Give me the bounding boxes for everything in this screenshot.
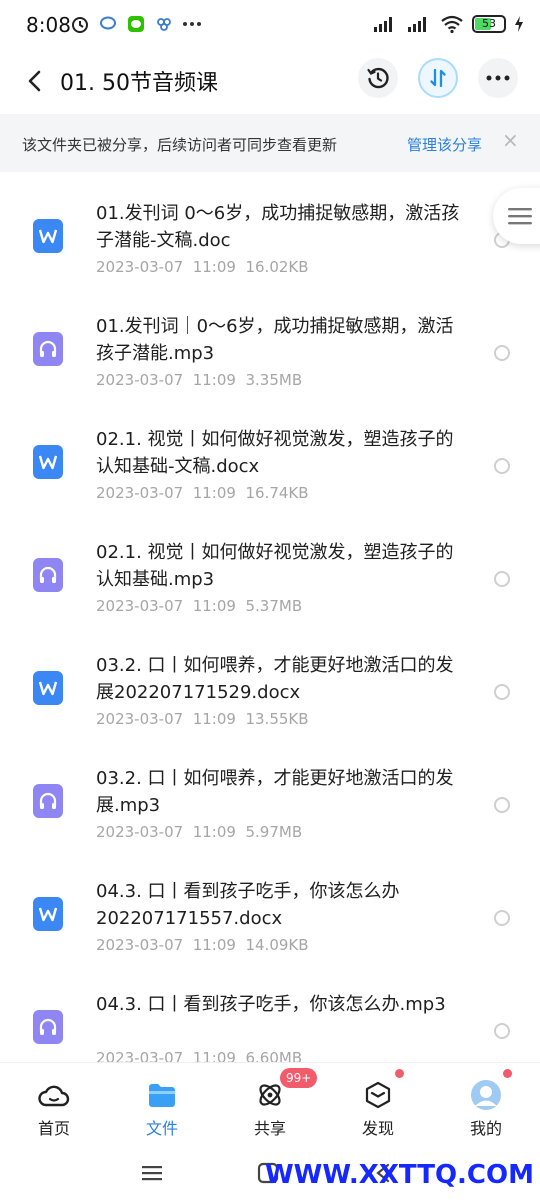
- file-name: 01.发刊词 0～6岁，成功捕捉敏感期，激活孩子潜能-文稿.doc: [96, 203, 460, 251]
- file-name: 03.2. 口丨如何喂养，才能更好地激活口的发展.mp3: [96, 768, 454, 816]
- more-dots-icon: [486, 75, 510, 81]
- nav-discover[interactable]: 发现: [324, 1063, 432, 1149]
- audio-file-icon: [33, 1010, 63, 1044]
- file-name: 01.发刊词｜0～6岁，成功捕捉敏感期，激活孩子潜能.mp3: [96, 316, 454, 364]
- file-name: 02.1. 视觉丨如何做好视觉激发，塑造孩子的认知基础-文稿.docx: [96, 429, 454, 477]
- manage-share-link[interactable]: 管理该分享: [407, 134, 482, 155]
- select-radio[interactable]: [494, 571, 510, 587]
- file-meta: 2023-03-07 11:09 16.02KB: [96, 258, 309, 276]
- word-doc-icon: [33, 897, 63, 931]
- watermark-text: WWW.XXTTQ.COM: [265, 1160, 534, 1190]
- page-title: 01. 50节音频课: [60, 71, 218, 96]
- file-meta: 2023-03-07 11:09 6.60MB: [96, 1049, 303, 1062]
- word-doc-icon: [33, 445, 63, 479]
- word-doc-icon: [33, 219, 63, 253]
- discover-notification-dot: [395, 1069, 404, 1078]
- select-radio[interactable]: [494, 345, 510, 361]
- back-button[interactable]: [18, 64, 52, 98]
- status-system-icons: 53: [372, 14, 524, 34]
- file-meta: 2023-03-07 11:09 14.09KB: [96, 936, 309, 954]
- more-notifications-icon: [182, 14, 202, 34]
- battery-icon: 53: [472, 15, 506, 33]
- app-notification-icon: [154, 14, 174, 34]
- me-notification-dot: [503, 1069, 512, 1078]
- transfer-button[interactable]: [418, 58, 458, 98]
- file-name: 03.2. 口丨如何喂养，才能更好地激活口的发展202207171529.doc…: [96, 655, 454, 703]
- file-meta: 2023-03-07 11:09 5.97MB: [96, 823, 303, 841]
- nav-me[interactable]: 我的: [432, 1063, 540, 1149]
- nav-label: 文件: [145, 1119, 178, 1138]
- alarm-icon: [70, 14, 90, 34]
- signal-icon: [372, 14, 398, 34]
- file-meta: 2023-03-07 11:09 3.35MB: [96, 371, 303, 389]
- status-bar: 8:08 53: [0, 0, 540, 52]
- audio-file-icon: [33, 558, 63, 592]
- history-button[interactable]: [358, 58, 398, 98]
- nav-files[interactable]: 文件: [108, 1063, 216, 1149]
- cloud-icon: [38, 1079, 70, 1111]
- folder-icon: [146, 1079, 178, 1111]
- discover-cube-icon: [362, 1079, 394, 1111]
- bottom-nav: 首页 文件 共享 发现 我的: [0, 1062, 540, 1148]
- select-radio[interactable]: [494, 910, 510, 926]
- select-radio[interactable]: [494, 458, 510, 474]
- signal-2-icon: [406, 14, 432, 34]
- nav-label: 共享: [253, 1119, 286, 1138]
- charging-icon: [514, 14, 524, 34]
- file-row[interactable]: 03.2. 口丨如何喂养，才能更好地激活口的发展.mp3 2023-03-07 …: [0, 737, 540, 850]
- header: 01. 50节音频课: [0, 52, 540, 114]
- menu-lines-icon: [142, 1166, 162, 1181]
- nav-label: 首页: [37, 1119, 70, 1138]
- audio-file-icon: [33, 332, 63, 366]
- file-name: 02.1. 视觉丨如何做好视觉激发，塑造孩子的认知基础.mp3: [96, 542, 454, 590]
- history-clock-icon: [367, 67, 389, 89]
- hamburger-menu-icon: [508, 208, 532, 225]
- battery-level: 53: [482, 17, 496, 30]
- status-time: 8:08: [26, 13, 71, 37]
- file-name: 04.3. 口丨看到孩子吃手，你该怎么办202207171557.docx: [96, 881, 400, 929]
- file-meta: 2023-03-07 11:09 5.37MB: [96, 597, 303, 615]
- recents-button[interactable]: [137, 1158, 167, 1188]
- chat-bubble-icon: [98, 14, 118, 34]
- audio-file-icon: [33, 784, 63, 818]
- file-meta: 2023-03-07 11:09 16.74KB: [96, 484, 309, 502]
- nav-label: 我的: [469, 1119, 502, 1138]
- close-notice-button[interactable]: ×: [502, 128, 519, 152]
- file-row[interactable]: 01.发刊词 0～6岁，成功捕捉敏感期，激活孩子潜能-文稿.doc 2023-0…: [0, 172, 540, 285]
- file-row[interactable]: 04.3. 口丨看到孩子吃手，你该怎么办202207171557.docx 20…: [0, 850, 540, 963]
- share-notice-text: 该文件夹已被分享，后续访问者可同步查看更新: [22, 136, 338, 154]
- wifi-icon: [440, 14, 464, 34]
- file-row[interactable]: 01.发刊词｜0～6岁，成功捕捉敏感期，激活孩子潜能.mp3 2023-03-0…: [0, 285, 540, 398]
- file-list: 01.发刊词 0～6岁，成功捕捉敏感期，激活孩子潜能-文稿.doc 2023-0…: [0, 172, 540, 1062]
- status-notification-icons: [70, 14, 202, 34]
- floating-menu-button[interactable]: [493, 188, 540, 244]
- file-meta: 2023-03-07 11:09 13.55KB: [96, 710, 309, 728]
- file-row[interactable]: 02.1. 视觉丨如何做好视觉激发，塑造孩子的认知基础-文稿.docx 2023…: [0, 398, 540, 511]
- nav-home[interactable]: 首页: [0, 1063, 108, 1149]
- select-radio[interactable]: [494, 1023, 510, 1039]
- share-notification-badge: 99+: [280, 1068, 318, 1088]
- back-arrow-icon: [28, 70, 41, 92]
- file-row[interactable]: 04.3. 口丨看到孩子吃手，你该怎么办.mp3 2023-03-07 11:0…: [0, 963, 540, 1062]
- select-radio[interactable]: [494, 684, 510, 700]
- word-doc-icon: [33, 671, 63, 705]
- avatar-icon: [470, 1079, 502, 1111]
- wechat-icon: [126, 14, 146, 34]
- nav-label: 发现: [361, 1119, 394, 1138]
- transfer-arrows-icon: [430, 68, 446, 88]
- file-name: 04.3. 口丨看到孩子吃手，你该怎么办.mp3: [96, 994, 446, 1015]
- file-row[interactable]: 03.2. 口丨如何喂养，才能更好地激活口的发展202207171529.doc…: [0, 624, 540, 737]
- share-notice-banner: 该文件夹已被分享，后续访问者可同步查看更新 管理该分享 ×: [0, 114, 540, 172]
- select-radio[interactable]: [494, 797, 510, 813]
- file-row[interactable]: 02.1. 视觉丨如何做好视觉激发，塑造孩子的认知基础.mp3 2023-03-…: [0, 511, 540, 624]
- more-button[interactable]: [478, 58, 518, 98]
